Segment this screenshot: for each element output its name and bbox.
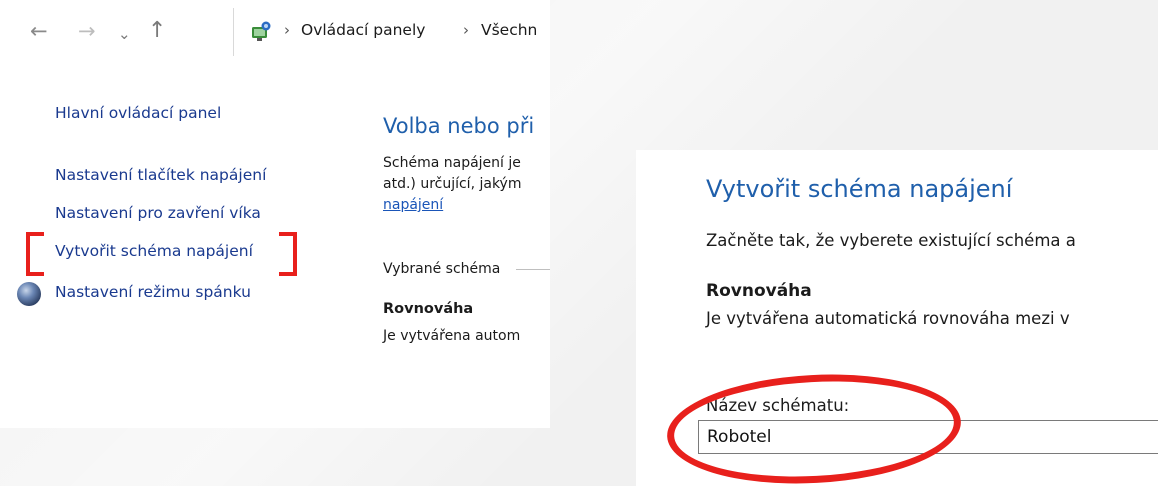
create-plan-title: Vytvořit schéma napájení	[706, 175, 1013, 203]
back-arrow-icon[interactable]: ←	[30, 18, 48, 44]
address-bar-divider	[233, 8, 234, 56]
highlight-bracket-right	[279, 232, 297, 276]
sidebar-item-power-buttons[interactable]: Nastavení tlačítek napájení	[55, 166, 266, 184]
sidebar-item-create-power-plan[interactable]: Vytvořit schéma napájení	[55, 242, 253, 260]
breadcrumb-separator: ›	[463, 21, 469, 39]
selected-scheme-label: Vybrané schéma	[383, 261, 501, 277]
sidebar-item-sleep-settings[interactable]: Nastavení režimu spánku	[55, 283, 251, 301]
breadcrumb-all-items[interactable]: Všechn	[481, 21, 537, 39]
description-link[interactable]: napájení	[383, 197, 443, 213]
scheme-balanced-title[interactable]: Rovnováha	[383, 301, 473, 317]
create-plan-scheme-description: Je vytvářena automatická rovnováha mezi …	[706, 309, 1070, 328]
scheme-balanced-description: Je vytvářena autom	[383, 328, 521, 344]
sidebar-item-lid-close[interactable]: Nastavení pro zavření víka	[55, 204, 261, 222]
navigation-bar: ← → ⌄ ↑ › Ovládací panely › Všechn	[0, 0, 550, 62]
recent-locations-chevron-icon[interactable]: ⌄	[118, 21, 131, 47]
sidebar-item-control-panel-home[interactable]: Hlavní ovládací panel	[55, 104, 221, 122]
description-line-1: Schéma napájení je	[383, 155, 521, 171]
create-plan-scheme-balanced[interactable]: Rovnováha	[706, 281, 812, 301]
highlight-bracket-left	[26, 232, 44, 276]
breadcrumb-control-panel[interactable]: Ovládací panely	[301, 21, 425, 39]
page-title: Volba nebo při	[383, 114, 535, 138]
forward-arrow-icon[interactable]: →	[78, 18, 96, 44]
up-arrow-icon[interactable]: ↑	[148, 18, 166, 44]
power-options-window: ← → ⌄ ↑ › Ovládací panely › Všechn Hlavn…	[0, 0, 550, 428]
group-divider	[516, 269, 550, 270]
control-panel-icon	[252, 21, 271, 41]
sleep-moon-icon	[17, 282, 41, 306]
description-line-2: atd.) určující, jakým	[383, 176, 522, 192]
create-power-plan-panel: Vytvořit schéma napájení Začněte tak, že…	[636, 150, 1158, 486]
highlight-ellipse	[664, 367, 964, 486]
create-plan-intro: Začněte tak, že vyberete existující sché…	[706, 231, 1076, 250]
breadcrumb-separator: ›	[284, 21, 290, 39]
